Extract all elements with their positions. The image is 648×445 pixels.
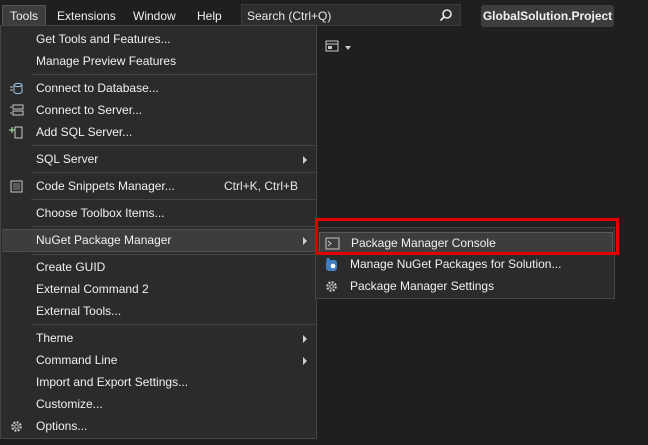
chevron-right-icon (303, 237, 307, 245)
menu-item-label: Connect to Server... (36, 103, 143, 117)
menu-extensions[interactable]: Extensions (50, 6, 123, 26)
menu-separator (31, 254, 315, 255)
menu-item-label: Create GUID (36, 260, 106, 274)
menu-separator (31, 199, 315, 200)
menu-item-customize[interactable]: Customize... (2, 394, 315, 415)
chevron-right-icon (303, 357, 307, 365)
menu-item-theme[interactable]: Theme (2, 328, 315, 349)
menu-item-label: NuGet Package Manager (36, 233, 172, 247)
menu-item-choose-toolbox[interactable]: Choose Toolbox Items... (2, 203, 315, 224)
nuget-icon (324, 257, 339, 272)
menu-item-label: Code Snippets Manager... (36, 179, 175, 193)
menu-separator (31, 324, 315, 325)
console-icon (325, 236, 340, 251)
menu-item-label: Customize... (36, 397, 103, 411)
menu-item-code-snippets[interactable]: Code Snippets Manager... Ctrl+K, Ctrl+B (2, 176, 315, 197)
menu-item-sql-server[interactable]: SQL Server (2, 149, 315, 170)
menu-item-add-sql-server[interactable]: Add SQL Server... (2, 122, 315, 143)
gear-icon (324, 279, 339, 294)
menu-item-external-tools[interactable]: External Tools... (2, 301, 315, 322)
menu-tools[interactable]: Tools (2, 5, 47, 27)
submenu-item-package-manager-console[interactable]: Package Manager Console (319, 232, 613, 253)
menu-item-label: Theme (36, 331, 74, 345)
add-sql-server-icon (9, 125, 24, 140)
menu-separator (31, 74, 315, 75)
menu-item-external-command-2[interactable]: External Command 2 (2, 279, 315, 300)
database-connect-icon (9, 81, 24, 96)
menu-item-label: SQL Server (36, 152, 99, 166)
search-box[interactable]: Search (Ctrl+Q) (241, 4, 461, 26)
menu-item-nuget-package-manager[interactable]: NuGet Package Manager (2, 229, 315, 252)
chevron-right-icon (303, 335, 307, 343)
menu-window[interactable]: Window (126, 6, 183, 26)
menu-item-label: Manage Preview Features (36, 54, 177, 68)
menu-item-label: Command Line (36, 353, 118, 367)
submenu-item-label: Manage NuGet Packages for Solution... (350, 257, 562, 271)
menu-item-label: Options... (36, 419, 88, 433)
chevron-down-icon[interactable] (345, 46, 351, 50)
menu-separator (31, 172, 315, 173)
submenu-item-label: Package Manager Console (351, 236, 496, 250)
menu-item-label: Add SQL Server... (36, 125, 133, 139)
menu-item-options[interactable]: Options... (2, 416, 315, 437)
search-placeholder: Search (Ctrl+Q) (247, 9, 332, 23)
submenu-item-package-manager-settings[interactable]: Package Manager Settings (319, 276, 613, 297)
menu-item-label: Import and Export Settings... (36, 375, 189, 389)
snippet-icon (9, 179, 24, 194)
tools-menu: Get Tools and Features... Manage Preview… (0, 25, 317, 439)
server-connect-icon (9, 103, 24, 118)
menu-item-label: External Command 2 (36, 282, 149, 296)
menu-item-label: Get Tools and Features... (36, 32, 171, 46)
nuget-submenu: Package Manager Console Manage NuGet Pac… (315, 227, 615, 299)
menu-item-create-guid[interactable]: Create GUID (2, 257, 315, 278)
menu-item-connect-database[interactable]: Connect to Database... (2, 78, 315, 99)
submenu-item-manage-nuget-packages[interactable]: Manage NuGet Packages for Solution... (319, 254, 613, 275)
menu-separator (31, 226, 315, 227)
menu-item-label: Choose Toolbox Items... (36, 206, 165, 220)
search-icon[interactable] (439, 8, 453, 25)
project-name-badge[interactable]: GlobalSolution.Project (481, 5, 614, 27)
menu-item-shortcut: Ctrl+K, Ctrl+B (224, 179, 299, 193)
menu-separator (31, 145, 315, 146)
menu-item-label: Connect to Database... (36, 81, 159, 95)
menu-item-command-line[interactable]: Command Line (2, 350, 315, 371)
menu-item-import-export-settings[interactable]: Import and Export Settings... (2, 372, 315, 393)
menu-item-manage-preview[interactable]: Manage Preview Features (2, 51, 315, 72)
gear-icon (9, 419, 24, 434)
menu-help[interactable]: Help (190, 6, 229, 26)
chevron-right-icon (303, 156, 307, 164)
submenu-item-label: Package Manager Settings (350, 279, 495, 293)
menu-item-connect-server[interactable]: Connect to Server... (2, 100, 315, 121)
toolbar-window-icon[interactable] (325, 40, 339, 55)
menu-item-get-tools[interactable]: Get Tools and Features... (2, 29, 315, 50)
menu-item-label: External Tools... (36, 304, 122, 318)
